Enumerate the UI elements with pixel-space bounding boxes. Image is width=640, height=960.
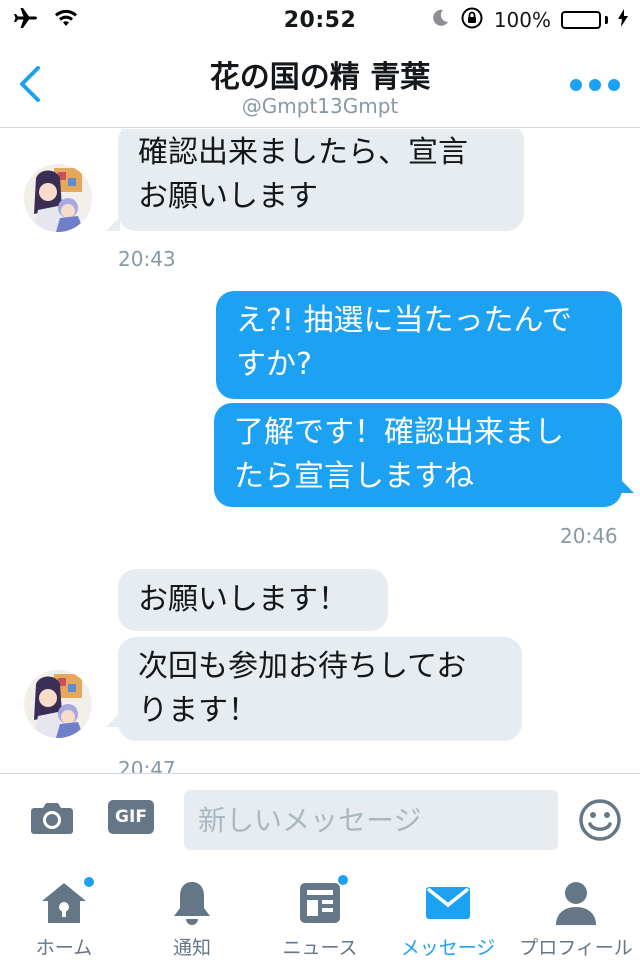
bell-icon	[168, 879, 216, 927]
notification-dot	[84, 877, 94, 887]
gif-button[interactable]: GIF	[108, 800, 154, 834]
message-text: お願いします！	[138, 582, 348, 617]
message-thread[interactable]: 確認出来ましたら、宣言 お願いします 20:43 え?! 抽選に当たったんで す…	[0, 129, 640, 773]
conversation-header: 花の国の精 青葉 @Gmpt13Gmpt	[0, 40, 640, 128]
avatar[interactable]	[24, 670, 92, 738]
bubble-tail	[620, 479, 634, 493]
more-options-button[interactable]	[570, 70, 620, 100]
message-bubble-incoming[interactable]: 確認出来ましたら、宣言 お願いします	[118, 129, 524, 231]
message-input[interactable]	[184, 790, 558, 850]
home-icon	[40, 877, 94, 927]
message-bubble-outgoing[interactable]: 了解です！確認出来まし たら宣言しますね	[214, 403, 622, 507]
message-timestamp: 20:43	[118, 247, 176, 271]
moon-icon	[430, 8, 450, 33]
smiley-icon	[579, 799, 621, 841]
message-timestamp: 20:46	[560, 524, 618, 548]
wifi-icon	[54, 8, 78, 32]
rotation-lock-icon	[460, 6, 484, 35]
tab-messages[interactable]: メッセージ	[384, 863, 512, 960]
battery-percent: 100%	[493, 8, 551, 32]
person-icon	[552, 879, 600, 927]
tab-label: 通知	[172, 937, 211, 959]
tab-label: プロフィール	[519, 937, 633, 959]
status-bar: 20:52 100%	[0, 0, 640, 40]
tab-bar: ホーム 通知 ニュース メッセージ プロフィール	[0, 863, 640, 960]
conversation-handle: @Gmpt13Gmpt	[241, 94, 399, 118]
avatar[interactable]	[24, 164, 92, 232]
message-text: 了解です！確認出来まし	[234, 415, 564, 450]
message-text: 次回も参加お待ちしてお	[138, 649, 467, 684]
tab-label: ニュース	[282, 937, 358, 959]
bubble-tail	[106, 217, 120, 231]
message-bubble-outgoing[interactable]: え?! 抽選に当たったんで すか?	[216, 291, 622, 399]
emoji-button[interactable]	[578, 798, 622, 842]
tab-profile[interactable]: プロフィール	[512, 863, 640, 960]
tab-notifications[interactable]: 通知	[128, 863, 256, 960]
message-timestamp: 20:47	[118, 757, 176, 773]
message-bubble-incoming[interactable]: 次回も参加お待ちしてお ります！	[118, 637, 522, 741]
tab-label: メッセージ	[400, 937, 496, 959]
battery-icon	[561, 11, 608, 29]
airplane-icon	[12, 7, 38, 33]
envelope-icon	[424, 879, 472, 927]
message-text: ります！	[138, 693, 258, 728]
message-text: え?! 抽選に当たったんで	[236, 303, 572, 338]
conversation-title[interactable]: 花の国の精 青葉	[0, 52, 640, 96]
notification-dot	[338, 875, 348, 885]
message-text: すか?	[236, 347, 312, 382]
more-icon	[570, 79, 582, 91]
message-text: たら宣言しますね	[234, 459, 474, 494]
message-composer: GIF	[0, 773, 640, 863]
bubble-tail	[106, 713, 120, 727]
message-text: お願いします	[138, 179, 318, 214]
tab-news[interactable]: ニュース	[256, 863, 384, 960]
tab-label: ホーム	[35, 937, 93, 959]
charging-bolt-icon	[618, 8, 628, 32]
tab-home[interactable]: ホーム	[0, 863, 128, 960]
message-bubble-incoming[interactable]: お願いします！	[118, 569, 388, 631]
status-left	[12, 7, 212, 33]
camera-button[interactable]	[30, 800, 74, 836]
status-time: 20:52	[283, 7, 357, 33]
camera-icon	[31, 803, 73, 834]
status-right: 100%	[428, 6, 628, 35]
message-text: 確認出来ましたら、宣言	[138, 135, 468, 170]
news-icon	[296, 875, 348, 927]
